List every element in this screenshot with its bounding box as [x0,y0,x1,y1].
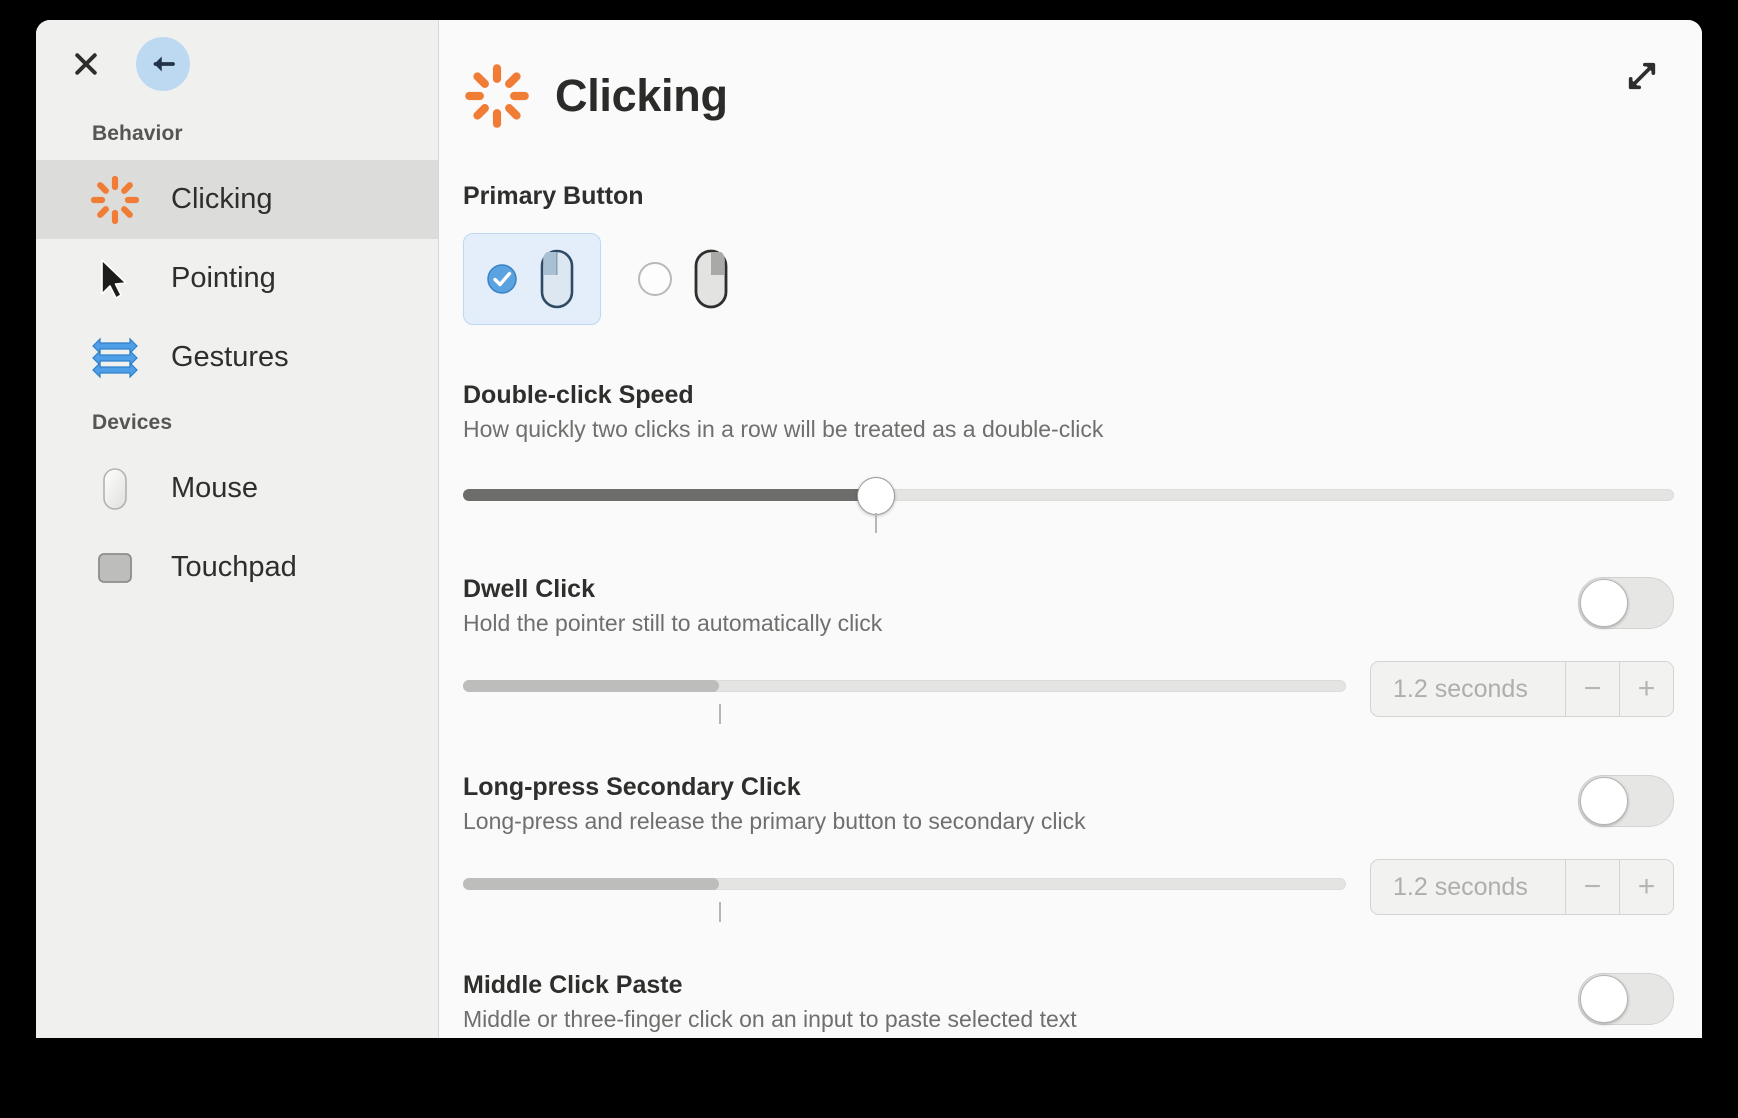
sidebar-item-label-gestures: Gestures [171,341,289,373]
mouse-icon [88,462,142,516]
toggle-knob [1580,777,1628,825]
primary-button-group: Primary Button [463,182,1674,325]
sidebar-item-clicking[interactable]: Clicking [36,160,438,239]
expand-icon [1628,62,1656,90]
radio-unchecked-icon [638,262,672,296]
long-press-title: Long-press Secondary Click [463,773,801,801]
primary-option-right[interactable] [615,233,755,325]
middle-click-paste-title: Middle Click Paste [463,971,683,999]
plus-icon: + [1637,672,1656,705]
primary-button-options [463,233,1674,325]
double-click-speed-description: How quickly two clicks in a row will be … [463,416,1104,442]
double-click-speed-title: Double-click Speed [463,381,694,409]
dwell-click-decrease-button[interactable]: − [1565,662,1619,716]
middle-click-paste-toggle[interactable] [1578,973,1674,1025]
toggle-knob [1580,579,1628,627]
double-click-speed-slider[interactable] [463,477,1674,533]
slider-thumb[interactable] [856,477,895,515]
dwell-click-title: Dwell Click [463,575,595,603]
page-header: Clicking [439,20,1702,130]
sidebar-item-label-mouse: Mouse [171,472,259,504]
long-press-secondary-click-group: Long-press Secondary Click Long-press an… [463,773,1674,922]
long-press-duration-slider[interactable] [463,866,1346,922]
slider-tick [719,902,722,922]
settings-list: Primary Button Double-click Speed How qu… [439,182,1702,1033]
mouse-right-highlight-icon [694,249,728,309]
page-header-clicking-burst-icon [463,62,531,130]
sidebar-item-pointing[interactable]: Pointing [36,239,438,318]
sidebar-item-mouse[interactable]: Mouse [36,449,438,528]
minus-icon: − [1583,672,1602,705]
slider-fill [463,878,720,890]
dwell-click-stepper[interactable]: 1.2 seconds − + [1370,661,1674,717]
sidebar-group-label-devices: Devices [92,411,173,434]
close-button[interactable] [64,42,108,86]
gestures-arrows-icon [88,331,142,385]
sidebar-item-label-touchpad: Touchpad [171,551,297,583]
back-arrow-icon [153,56,175,72]
dwell-click-duration-row: 1.2 seconds − + [463,661,1674,724]
dwell-click-duration-slider[interactable] [463,668,1346,724]
long-press-stepper-value: 1.2 seconds [1393,872,1528,901]
long-press-stepper[interactable]: 1.2 seconds − + [1370,859,1674,915]
primary-option-left[interactable] [463,233,601,325]
clicking-burst-icon [88,173,142,227]
middle-click-paste-description: Middle or three-finger click on an input… [463,1006,1077,1032]
middle-click-paste-group: Middle Click Paste Middle or three-finge… [463,971,1674,1033]
toggle-knob [1580,975,1628,1023]
dwell-click-group: Dwell Click Hold the pointer still to au… [463,575,1674,724]
long-press-duration-row: 1.2 seconds − + [463,859,1674,922]
cursor-arrow-icon [88,252,142,306]
sidebar-header [36,20,438,108]
settings-window: Behavior Clicking Pointing Gestures Devi… [36,20,1702,1038]
sidebar: Behavior Clicking Pointing Gestures Devi… [36,20,439,1038]
primary-button-title: Primary Button [463,182,644,210]
sidebar-group-label-behavior: Behavior [92,122,183,145]
dwell-click-increase-button[interactable]: + [1619,662,1673,716]
minus-icon: − [1583,870,1602,903]
mouse-left-highlight-icon [540,249,574,309]
slider-tick [719,704,722,724]
dwell-click-toggle[interactable] [1578,577,1674,629]
sidebar-item-label-clicking: Clicking [171,183,273,215]
slider-tick [874,513,877,533]
slider-fill [463,680,720,692]
long-press-increase-button[interactable]: + [1619,860,1673,914]
close-icon [75,53,97,75]
double-click-speed-group: Double-click Speed How quickly two click… [463,381,1674,533]
slider-fill [463,489,875,501]
dwell-click-description: Hold the pointer still to automatically … [463,610,883,636]
sidebar-item-label-pointing: Pointing [171,262,276,294]
content-pane: Clicking Primary Button Double-click Spe… [439,20,1702,1038]
expand-button[interactable] [1620,54,1664,98]
sidebar-item-gestures[interactable]: Gestures [36,318,438,397]
long-press-description: Long-press and release the primary butto… [463,808,1086,834]
long-press-toggle[interactable] [1578,775,1674,827]
long-press-decrease-button[interactable]: − [1565,860,1619,914]
radio-checked-icon [487,264,517,294]
sidebar-item-touchpad[interactable]: Touchpad [36,528,438,607]
page-title: Clicking [555,70,728,121]
touchpad-icon [88,541,142,595]
dwell-click-stepper-value: 1.2 seconds [1393,674,1528,703]
plus-icon: + [1637,870,1656,903]
back-button[interactable] [136,37,190,91]
